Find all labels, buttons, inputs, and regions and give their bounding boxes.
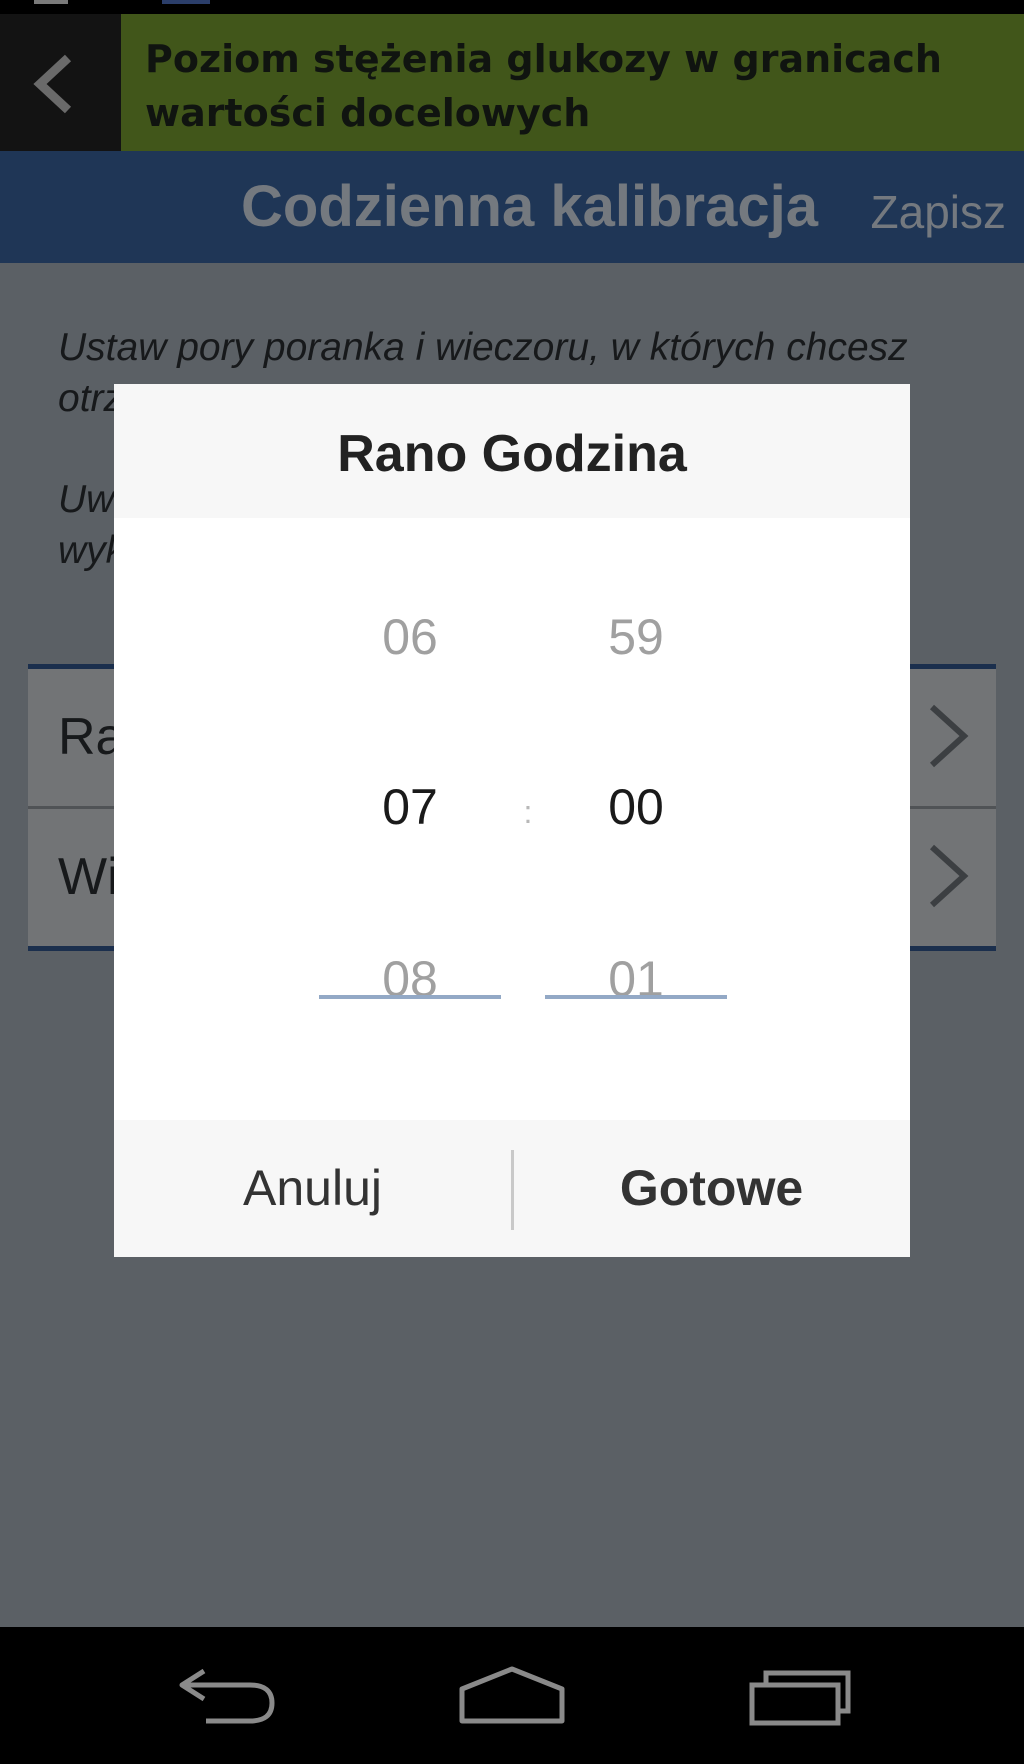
minute-current[interactable]: 00 — [545, 778, 727, 836]
status-icon — [34, 0, 68, 4]
cancel-button[interactable]: Anuluj — [114, 1120, 511, 1257]
notification-icon — [162, 0, 210, 4]
minute-prev[interactable]: 59 — [545, 608, 727, 666]
hour-selection-line-top — [319, 995, 501, 999]
home-icon[interactable] — [456, 1661, 568, 1731]
minute-next[interactable]: 01 — [545, 950, 727, 1008]
back-button[interactable] — [0, 14, 121, 151]
title-bar: Codzienna kalibracja Zapisz — [0, 151, 1024, 263]
setting-label-evening: Wi — [58, 848, 119, 906]
chevron-left-icon — [33, 54, 72, 114]
minute-picker[interactable]: 59 00 01 — [545, 518, 727, 1118]
dialog-buttons: Anuluj Gotowe — [114, 1120, 910, 1257]
save-button[interactable]: Zapisz — [871, 185, 1006, 239]
app-header: Poziom stężenia glukozy w granicach wart… — [0, 14, 1024, 151]
page-title: Codzienna kalibracja — [241, 174, 818, 239]
hour-prev[interactable]: 06 — [319, 608, 501, 666]
chevron-right-icon — [929, 704, 969, 768]
banner-text: Poziom stężenia glukozy w granicach wart… — [145, 37, 942, 135]
time-picker-dialog: Rano Godzina 06 07 08 : 59 00 01 Anuluj … — [114, 384, 910, 1257]
done-button[interactable]: Gotowe — [513, 1120, 910, 1257]
recent-apps-icon[interactable] — [746, 1661, 856, 1731]
chevron-right-icon — [929, 844, 969, 908]
status-bar — [0, 0, 1024, 14]
navigation-bar — [0, 1627, 1024, 1764]
hour-next[interactable]: 08 — [319, 950, 501, 1008]
time-separator: : — [523, 794, 533, 830]
hour-picker[interactable]: 06 07 08 — [319, 518, 501, 1118]
intro-line-3: Uw — [58, 478, 115, 521]
minute-selection-line-top — [545, 995, 727, 999]
hour-current[interactable]: 07 — [319, 778, 501, 836]
glucose-status-banner: Poziom stężenia glukozy w granicach wart… — [121, 14, 1024, 151]
intro-line-1: Ustaw pory poranka i wieczoru, w których… — [58, 326, 908, 369]
back-icon[interactable] — [172, 1661, 282, 1731]
dialog-title: Rano Godzina — [337, 425, 687, 483]
dialog-header: Rano Godzina — [114, 384, 910, 518]
